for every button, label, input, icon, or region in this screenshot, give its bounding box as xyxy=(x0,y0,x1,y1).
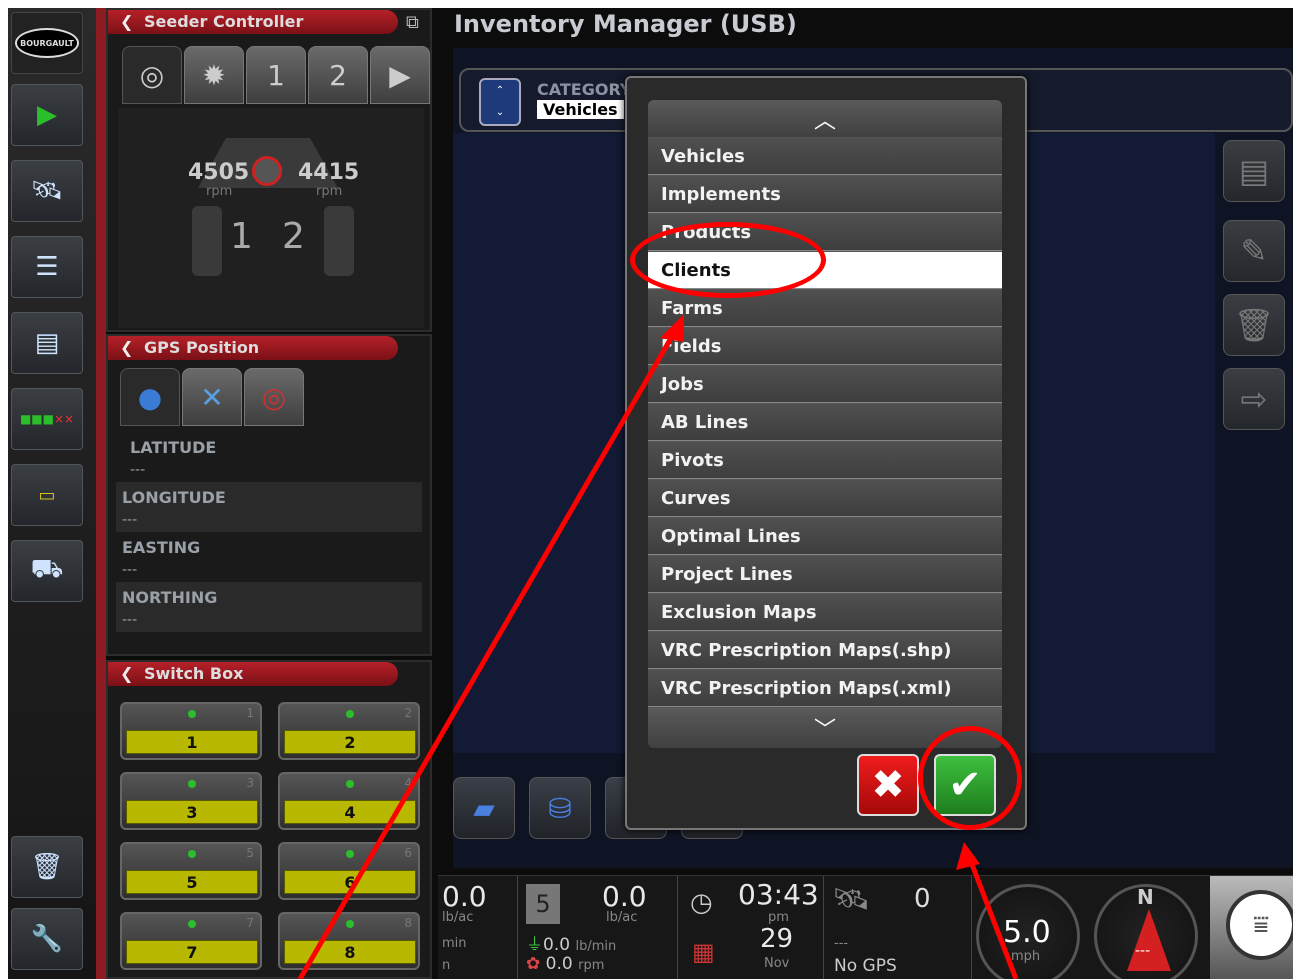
annotation-arrowhead-clients xyxy=(660,314,684,342)
annotation-arrow-confirm xyxy=(965,853,1019,979)
annotation-arrow-clients xyxy=(297,324,681,979)
display-screen: BOURGAULT ▶ 🛰 ☰ ▤ ■■■ ×× ▭ ⛟ 🗑 🔧 ❮ Seeder … xyxy=(8,8,1293,979)
annotation-arrowhead-confirm xyxy=(956,842,980,870)
annotation-arrows xyxy=(297,314,1019,979)
